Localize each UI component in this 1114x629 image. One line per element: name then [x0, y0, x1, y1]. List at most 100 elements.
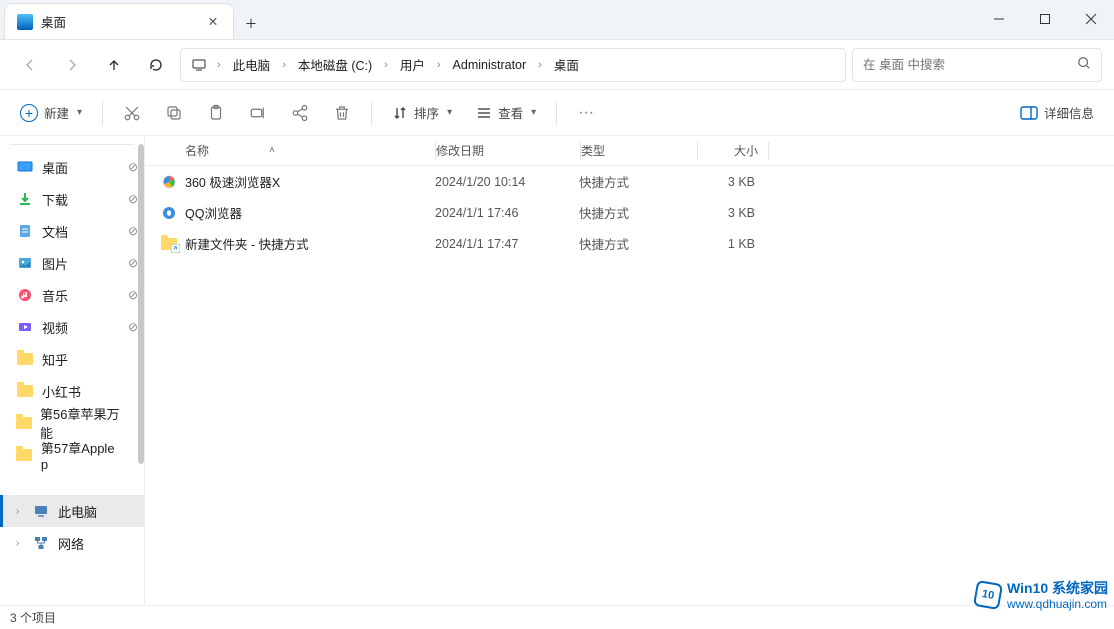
- column-type[interactable]: 类型: [581, 142, 697, 159]
- more-button[interactable]: ···: [567, 97, 605, 129]
- view-button[interactable]: 查看 ▾: [466, 97, 546, 129]
- copy-button[interactable]: [155, 97, 193, 129]
- separator: [10, 144, 134, 145]
- sidebar-item-label: 小红书: [42, 382, 81, 401]
- share-button[interactable]: [281, 97, 319, 129]
- file-icon: [159, 203, 179, 223]
- sort-asc-icon: ˄: [269, 145, 275, 156]
- sidebar[interactable]: 桌面⊘下载⊘文档⊘图片⊘音乐⊘视频⊘知乎⊘小红书⊘第56章苹果万能⊘第57章Ap…: [0, 136, 145, 605]
- sort-label: 排序: [414, 103, 439, 122]
- pin-icon: ⊘: [128, 256, 138, 270]
- pc-icon: [189, 57, 209, 73]
- chevron-right-icon: ›: [378, 59, 394, 71]
- folder-icon: [16, 382, 34, 400]
- toolbar: + 新建 ▾ 排序 ▾ 查看 ▾ ··· 详细信息: [0, 90, 1114, 136]
- sidebar-item[interactable]: ›此电脑: [0, 495, 144, 527]
- rename-button[interactable]: [239, 97, 277, 129]
- file-size: 1 KB: [695, 237, 765, 251]
- search-box[interactable]: [852, 48, 1102, 82]
- sidebar-item[interactable]: 第57章Apple p⊘: [0, 439, 144, 471]
- search-input[interactable]: [863, 58, 1071, 72]
- sidebar-item[interactable]: 小红书⊘: [0, 375, 144, 407]
- column-size[interactable]: 大小: [698, 142, 768, 159]
- refresh-button[interactable]: [138, 47, 174, 83]
- chevron-down-icon: ▾: [531, 107, 536, 118]
- breadcrumb-item[interactable]: 此电脑: [229, 53, 275, 76]
- music-icon: [16, 286, 34, 304]
- watermark: 10 Win10 系统家园 www.qdhuajin.com: [975, 580, 1108, 611]
- sidebar-item[interactable]: 第56章苹果万能⊘: [0, 407, 144, 439]
- sidebar-item-label: 下载: [42, 190, 68, 209]
- sidebar-item[interactable]: ›网络: [0, 527, 144, 559]
- close-window-button[interactable]: [1068, 0, 1114, 39]
- new-button[interactable]: + 新建 ▾: [10, 97, 92, 129]
- file-row[interactable]: QQ浏览器2024/1/1 17:46快捷方式3 KB: [145, 197, 1114, 228]
- new-tab-button[interactable]: ＋: [234, 5, 268, 39]
- separator: [102, 101, 103, 125]
- breadcrumb-item[interactable]: 桌面: [550, 53, 583, 76]
- up-button[interactable]: [96, 47, 132, 83]
- file-name: 360 极速浏览器X: [185, 172, 435, 191]
- folder-icon: [16, 350, 34, 368]
- pin-icon: ⊘: [128, 288, 138, 302]
- delete-button[interactable]: [323, 97, 361, 129]
- file-type: 快捷方式: [579, 234, 695, 253]
- sidebar-item[interactable]: 音乐⊘: [0, 279, 144, 311]
- sidebar-item-label: 第56章苹果万能: [40, 404, 120, 442]
- file-row[interactable]: 360 极速浏览器X2024/1/20 10:14快捷方式3 KB: [145, 166, 1114, 197]
- file-date: 2024/1/1 17:46: [435, 206, 579, 220]
- sidebar-item-label: 文档: [42, 222, 68, 241]
- chevron-right-icon: ›: [276, 59, 292, 71]
- desktop-icon: [17, 14, 33, 30]
- cut-button[interactable]: [113, 97, 151, 129]
- sidebar-item[interactable]: 视频⊘: [0, 311, 144, 343]
- pc-icon: [32, 502, 50, 520]
- file-type: 快捷方式: [579, 172, 695, 191]
- file-name: QQ浏览器: [185, 203, 435, 222]
- search-icon[interactable]: [1077, 56, 1091, 73]
- minimize-button[interactable]: [976, 0, 1022, 39]
- document-icon: [16, 222, 34, 240]
- sidebar-item-label: 第57章Apple p: [41, 438, 120, 472]
- sidebar-item-label: 桌面: [42, 158, 68, 177]
- column-date[interactable]: 修改日期: [436, 142, 580, 159]
- sort-button[interactable]: 排序 ▾: [382, 97, 462, 129]
- nav-row: › 此电脑 › 本地磁盘 (C:) › 用户 › Administrator ›…: [0, 40, 1114, 90]
- sidebar-item[interactable]: 图片⊘: [0, 247, 144, 279]
- column-headers: 名称˄ 修改日期 类型 大小: [145, 136, 1114, 166]
- video-icon: [16, 318, 34, 336]
- breadcrumb[interactable]: › 此电脑 › 本地磁盘 (C:) › 用户 › Administrator ›…: [180, 48, 846, 82]
- status-text: 3 个项目: [10, 609, 56, 626]
- details-pane-button[interactable]: 详细信息: [1010, 97, 1104, 129]
- folder-icon: [16, 414, 32, 432]
- breadcrumb-item[interactable]: 本地磁盘 (C:): [294, 53, 376, 76]
- file-list[interactable]: 名称˄ 修改日期 类型 大小 360 极速浏览器X2024/1/20 10:14…: [145, 136, 1114, 605]
- sidebar-item[interactable]: 下载⊘: [0, 183, 144, 215]
- sidebar-item[interactable]: 桌面⊘: [0, 151, 144, 183]
- separator: [371, 101, 372, 125]
- close-tab-icon[interactable]: ✕: [205, 14, 221, 29]
- pin-icon: ⊘: [128, 224, 138, 238]
- file-row[interactable]: 新建文件夹 - 快捷方式2024/1/1 17:47快捷方式1 KB: [145, 228, 1114, 259]
- separator: [556, 101, 557, 125]
- sidebar-item-label: 此电脑: [58, 502, 97, 521]
- file-icon: [159, 172, 179, 192]
- tab-title: 桌面: [41, 12, 205, 31]
- back-button[interactable]: [12, 47, 48, 83]
- sidebar-item[interactable]: 文档 ⊘: [0, 215, 144, 247]
- scrollbar-thumb[interactable]: [138, 144, 144, 464]
- sidebar-item[interactable]: 知乎⊘: [0, 343, 144, 375]
- paste-button[interactable]: [197, 97, 235, 129]
- active-tab[interactable]: 桌面 ✕: [4, 3, 234, 39]
- forward-button[interactable]: [54, 47, 90, 83]
- maximize-button[interactable]: [1022, 0, 1068, 39]
- breadcrumb-item[interactable]: Administrator: [449, 56, 531, 74]
- column-name[interactable]: 名称˄: [185, 142, 435, 159]
- download-icon: [16, 190, 34, 208]
- network-icon: [32, 534, 50, 552]
- chevron-down-icon: ▾: [447, 107, 452, 118]
- breadcrumb-item[interactable]: 用户: [396, 53, 429, 76]
- sidebar-item-label: 视频: [42, 318, 68, 337]
- title-bar: 桌面 ✕ ＋: [0, 0, 1114, 40]
- details-label: 详细信息: [1044, 103, 1094, 122]
